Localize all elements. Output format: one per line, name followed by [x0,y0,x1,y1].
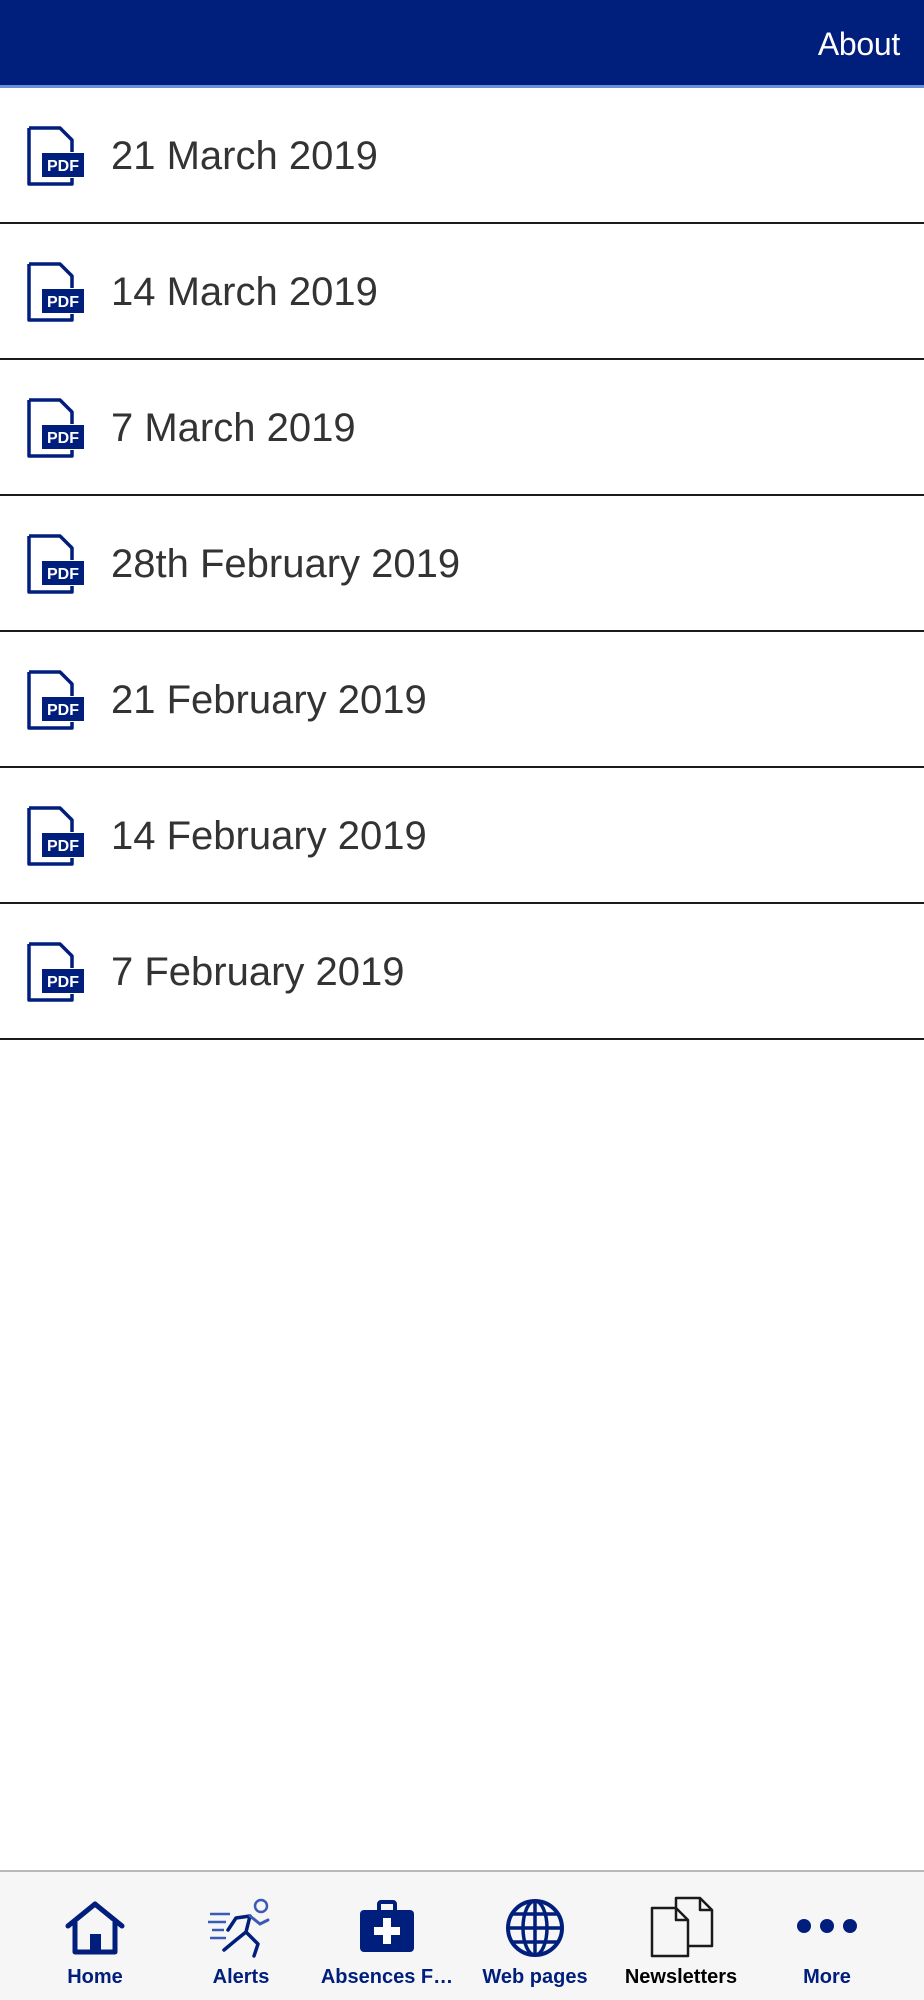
home-icon [65,1901,125,1955]
newsletter-date-label: 21 March 2019 [111,134,378,178]
newsletter-row[interactable]: PDF 28th February 2019 [0,496,924,632]
tab-label: Newsletters [624,1966,738,1988]
newsletter-date-label: 21 February 2019 [111,678,427,722]
newsletter-row[interactable]: PDF 14 February 2019 [0,768,924,904]
newsletter-date-label: 7 February 2019 [111,950,405,994]
more-dots-icon [797,1919,857,1933]
first-aid-kit-icon [360,1900,414,1952]
svg-text:PDF: PDF [47,158,79,175]
svg-text:PDF: PDF [47,838,79,855]
tab-web-pages[interactable]: Web pages [462,1872,608,2000]
newsletters-screen: About PDF 21 March 2019 PDF 14 March 2019 PD… [0,0,924,2000]
app-header: About [0,0,924,88]
documents-icon [650,1896,714,1958]
tab-more[interactable]: More [754,1872,900,2000]
tab-newsletters[interactable]: Newsletters [608,1872,754,2000]
newsletter-date-label: 7 March 2019 [111,406,356,450]
newsletter-date-label: 28th February 2019 [111,542,461,586]
bottom-tab-bar: Home Alerts Absences F… Web pages Newsle… [0,1870,924,2000]
tab-home[interactable]: Home [22,1872,168,2000]
svg-text:PDF: PDF [47,566,79,583]
pdf-icon: PDF [27,806,84,866]
svg-text:PDF: PDF [47,430,79,447]
newsletter-row[interactable]: PDF 7 March 2019 [0,360,924,496]
tab-label: More [803,1966,851,1988]
tab-label: Home [67,1966,123,1988]
about-button[interactable]: About [818,24,900,64]
svg-text:PDF: PDF [47,294,79,311]
newsletter-row[interactable]: PDF 7 February 2019 [0,904,924,1040]
newsletter-row[interactable]: PDF 21 February 2019 [0,632,924,768]
runner-icon [208,1898,270,1958]
tab-absences[interactable]: Absences F… [314,1872,460,2000]
pdf-icon: PDF [27,398,84,458]
newsletter-row[interactable]: PDF 14 March 2019 [0,224,924,360]
newsletter-list: PDF 21 March 2019 PDF 14 March 2019 PDF 7 Mar… [0,88,924,1040]
globe-icon [506,1899,564,1957]
pdf-icon: PDF [27,942,84,1002]
tab-label: Alerts [212,1966,270,1988]
newsletter-row[interactable]: PDF 21 March 2019 [0,88,924,224]
svg-text:PDF: PDF [47,974,79,991]
newsletter-date-label: 14 February 2019 [111,814,427,858]
pdf-icon: PDF [27,126,84,186]
tab-label: Web pages [482,1966,588,1988]
newsletter-date-label: 14 March 2019 [111,270,378,314]
pdf-icon: PDF [27,262,84,322]
tab-alerts[interactable]: Alerts [168,1872,314,2000]
svg-text:PDF: PDF [47,702,79,719]
pdf-icon: PDF [27,534,84,594]
tab-label: Absences F… [320,1966,454,1988]
pdf-icon: PDF [27,670,84,730]
